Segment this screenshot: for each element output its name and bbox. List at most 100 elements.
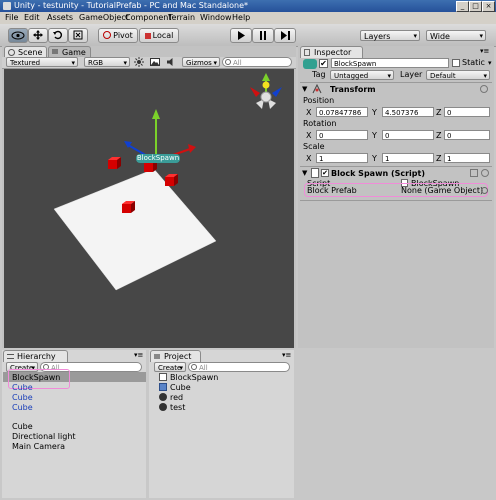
position-z-field[interactable]: 0 [444, 107, 490, 117]
menu-terrain[interactable]: Terrain [168, 13, 195, 22]
folder-icon [154, 354, 160, 359]
project-item-blockspawn[interactable]: BlockSpawn [170, 373, 218, 382]
layers-label: Layers [364, 32, 391, 41]
menu-assets[interactable]: Assets [47, 13, 73, 22]
tag-dropdown[interactable]: Untagged [330, 70, 394, 81]
static-dropdown-arrow[interactable]: ▾ [488, 59, 492, 67]
move-tool-button[interactable] [28, 28, 48, 43]
layer-label: Layer [400, 70, 423, 79]
menu-component[interactable]: Component [125, 13, 171, 22]
script-settings-gear-icon[interactable] [481, 169, 489, 177]
script-component-title: Block Spawn (Script) [331, 169, 425, 178]
menu-gameobject[interactable]: GameObject [79, 13, 129, 22]
position-x-field[interactable]: 0.07847786 [316, 107, 368, 117]
foldout-arrow-icon[interactable]: ▼ [302, 169, 310, 177]
tag-label: Tag [312, 70, 326, 79]
scene-object-label[interactable]: BlockSpawn [136, 154, 180, 163]
script-help-icon[interactable] [470, 169, 478, 177]
script-enabled-checkbox[interactable]: ✔ [321, 169, 329, 177]
minimize-button[interactable]: _ [456, 1, 469, 12]
tab-project-label: Project [164, 352, 192, 361]
project-item-red[interactable]: red [170, 393, 183, 402]
hierarchy-item-cube[interactable]: Cube [12, 422, 33, 431]
scale-y-field[interactable]: 1 [382, 153, 434, 163]
rotation-y-field[interactable]: 0 [382, 130, 434, 140]
red-cube [165, 174, 178, 186]
block-prefab-label: Block Prefab [307, 186, 357, 195]
hierarchy-item-cube[interactable]: Cube [12, 393, 33, 402]
pivot-toggle-button[interactable]: Pivot [98, 28, 138, 43]
maximize-button[interactable]: □ [469, 1, 482, 12]
rotation-y-axis-label: Y [372, 131, 377, 140]
scene-search-input[interactable]: All [222, 57, 292, 67]
hierarchy-item-directional-light[interactable]: Directional light [12, 432, 76, 441]
scene-viewport[interactable]: BlockSpawn [4, 69, 294, 348]
position-y-field[interactable]: 4.507376 [382, 107, 434, 117]
object-picker-icon[interactable] [481, 187, 488, 194]
color-mode-dropdown[interactable]: RGB [84, 57, 130, 68]
rotation-x-field[interactable]: 0 [316, 130, 368, 140]
script-file-icon [159, 373, 167, 381]
unity-app-icon [3, 2, 11, 10]
menu-help[interactable]: Help [232, 13, 250, 22]
lighting-toggle[interactable] [134, 57, 144, 67]
static-checkbox[interactable] [452, 59, 460, 67]
project-search-placeholder: All [199, 364, 208, 372]
scale-x-axis-label: X [306, 154, 312, 163]
scale-x-field[interactable]: 1 [316, 153, 368, 163]
local-toggle-button[interactable]: Local [139, 28, 179, 43]
foldout-arrow-icon[interactable]: ▼ [302, 85, 310, 93]
transform-title: Transform [330, 85, 376, 94]
project-item-test[interactable]: test [170, 403, 185, 412]
position-y-axis-label: Y [372, 108, 377, 117]
tab-inspector[interactable]: Inspector [300, 46, 363, 58]
menu-bar: File Edit Assets GameObject Component Te… [0, 12, 496, 24]
layer-dropdown[interactable]: Default [426, 70, 490, 81]
script-file-icon [311, 168, 319, 178]
tag-value: Untagged [334, 72, 369, 80]
panel-menu-icon[interactable]: ▾≡ [134, 351, 143, 359]
audio-toggle[interactable] [166, 57, 176, 67]
scale-icon [73, 30, 83, 40]
active-checkbox[interactable]: ✔ [319, 59, 328, 68]
menu-file[interactable]: File [5, 13, 18, 22]
rotate-tool-button[interactable] [48, 28, 68, 43]
render-mode-dropdown[interactable]: Textured [6, 57, 78, 68]
project-item-cube[interactable]: Cube [170, 383, 191, 392]
step-button[interactable] [274, 28, 296, 43]
hierarchy-item-main-camera[interactable]: Main Camera [12, 442, 65, 451]
object-name-field[interactable]: BlockSpawn [331, 58, 449, 68]
transform-settings-gear-icon[interactable] [480, 85, 488, 93]
menu-edit[interactable]: Edit [24, 13, 40, 22]
sun-icon [134, 57, 144, 67]
tab-scene-label: Scene [18, 48, 43, 57]
scale-z-field[interactable]: 1 [444, 153, 490, 163]
layers-dropdown[interactable]: Layers [360, 30, 420, 42]
rotation-z-field[interactable]: 0 [444, 130, 490, 140]
view-tool-button[interactable] [8, 28, 28, 43]
layout-dropdown[interactable]: Wide [426, 30, 486, 42]
pause-button[interactable] [252, 28, 274, 43]
block-prefab-field[interactable]: None (Game Object) [401, 186, 483, 195]
move-arrows-icon [33, 30, 43, 40]
play-button[interactable] [230, 28, 252, 43]
menu-window[interactable]: Window [200, 13, 232, 22]
red-cube [108, 157, 121, 169]
hierarchy-item-cube[interactable]: Cube [12, 403, 33, 412]
tab-hierarchy[interactable]: Hierarchy [3, 350, 68, 362]
scene-image-toggle[interactable] [150, 57, 160, 67]
panel-menu-icon[interactable]: ▾≡ [480, 47, 489, 56]
window-titlebar: Unity - testunity - TutorialPrefab - PC … [0, 0, 496, 12]
red-cube [122, 201, 135, 213]
project-create-dropdown[interactable]: Create [154, 362, 186, 373]
panel-menu-icon[interactable]: ▾≡ [282, 351, 291, 359]
image-icon [150, 58, 160, 66]
scale-tool-button[interactable] [68, 28, 88, 43]
inspector-panel [298, 46, 494, 348]
tab-project[interactable]: Project [150, 350, 201, 362]
hierarchy-item-blockspawn[interactable]: BlockSpawn [12, 373, 60, 382]
close-window-button[interactable]: × [482, 1, 495, 12]
gizmos-dropdown[interactable]: Gizmos [182, 57, 220, 68]
hierarchy-item-cube[interactable]: Cube [12, 383, 33, 392]
project-search-input[interactable]: All [188, 362, 290, 372]
